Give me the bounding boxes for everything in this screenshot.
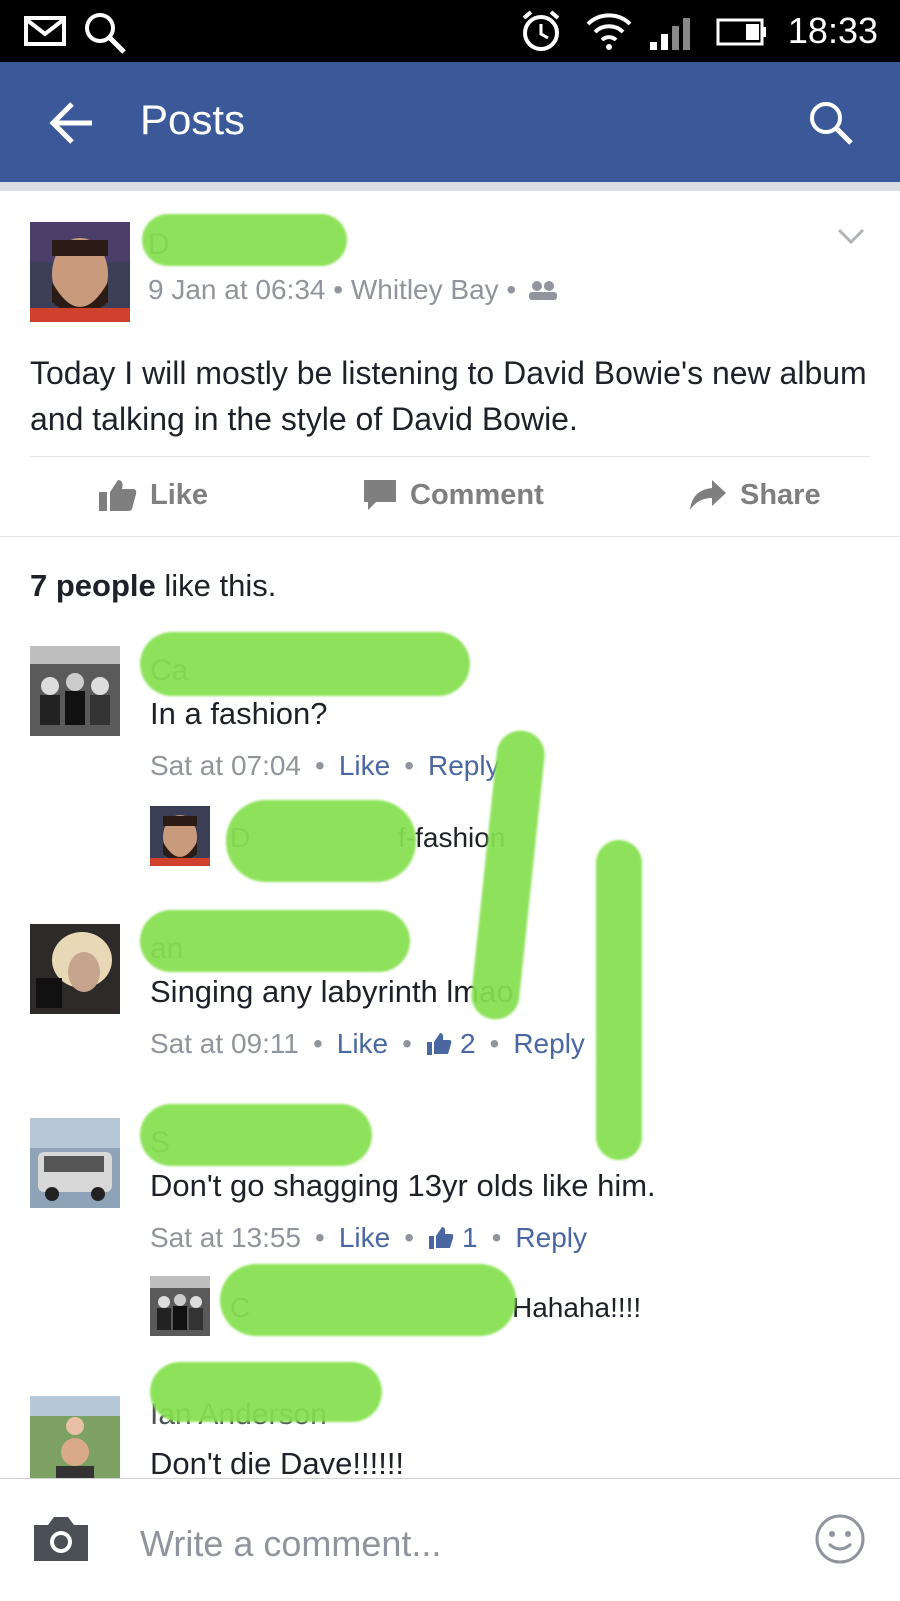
signal-icon [650,18,690,50]
redaction-mark [596,840,642,1160]
likes-summary[interactable]: 7 people like this. [30,568,276,604]
search-notification-icon [85,13,126,54]
commenter-photo [30,1396,120,1478]
likes-suffix: like this. [155,568,277,603]
commenter-photo [30,1118,120,1208]
alarm-icon [522,10,560,51]
status-bar: 18:33 [0,0,900,62]
commenter-avatar[interactable] [30,646,120,736]
comment-like-count[interactable]: 2 [460,1028,476,1060]
separator-dot: • [315,1222,325,1253]
emoji-icon[interactable] [814,1513,866,1565]
comment-like-link[interactable]: Like [337,1028,388,1060]
comment-reply-link[interactable]: Reply [428,750,500,782]
header-separator [0,182,900,191]
redaction-mark [140,632,470,696]
mail-icon [24,16,66,46]
friends-icon [529,281,558,300]
share-label: Share [740,478,821,511]
redaction-mark [140,1104,372,1166]
commenter-photo [30,924,120,1014]
commenter-avatar[interactable] [30,1396,120,1478]
thumbs-up-icon [426,1033,452,1055]
commenter-avatar[interactable] [30,924,120,1014]
thumbs-up-icon [99,480,137,511]
separator-dot: • [404,750,415,781]
comment-label: Comment [410,478,544,511]
reply-avatar[interactable] [150,806,210,866]
author-avatar[interactable] [30,222,130,322]
comment-button[interactable]: Comment [362,478,544,512]
post-meta: 9 Jan at 06:34 • Whitley Bay • [148,274,558,306]
reply-photo [150,1276,210,1336]
divider [0,536,900,537]
comment-icon [364,480,396,510]
separator-dot: • [402,1028,412,1059]
wifi-icon [586,13,632,50]
back-arrow-icon[interactable] [48,100,94,146]
share-button[interactable]: Share [688,478,821,512]
redaction-mark [226,800,416,882]
chevron-down-icon[interactable] [836,226,866,246]
comment-text: Singing any labyrinth lmao [150,974,514,1009]
app-header: Posts [0,62,900,182]
redaction-mark [220,1264,516,1336]
comment-like-count[interactable]: 1 [462,1222,478,1254]
like-button[interactable]: Like [98,478,208,512]
comment-meta: Sat at 07:04 • Like • Reply [150,750,500,782]
divider [30,456,870,457]
commenter-photo [30,646,120,736]
separator-dot: • [312,1028,323,1059]
like-label: Like [150,478,209,511]
reply-avatar[interactable] [150,1276,210,1336]
comment-text: Don't die Dave!!!!!! [150,1446,405,1481]
comment-reply-link[interactable]: Reply [515,1222,587,1254]
comment-reply-link[interactable]: Reply [513,1028,585,1060]
comment-time: Sat at 13:55 [150,1222,302,1253]
comment-time: Sat at 09:11 [150,1028,299,1059]
author-photo [30,222,130,322]
battery-icon [716,18,766,46]
redaction-mark [150,1362,382,1422]
comment-like-link[interactable]: Like [339,750,390,782]
status-time: 18:33 [787,10,878,51]
comment-time: Sat at 07:04 [150,750,302,781]
commenter-avatar[interactable] [30,1118,120,1208]
camera-icon[interactable] [30,1513,92,1565]
post-meta-text: 9 Jan at 06:34 • Whitley Bay • [148,274,517,305]
comment-like-link[interactable]: Like [339,1222,390,1254]
reply-photo [150,806,210,866]
redaction-mark [140,910,410,972]
search-icon[interactable] [808,100,854,146]
redaction-mark [142,214,347,266]
likes-count: 7 people [30,568,156,603]
comment-composer: Write a comment... [0,1478,900,1601]
comment-meta: Sat at 13:55 • Like • 1 • Reply [150,1222,587,1254]
comment-text: Don't go shagging 13yr olds like him. [150,1168,656,1203]
share-icon [690,480,726,510]
separator-dot: • [489,1028,500,1059]
separator-dot: • [491,1222,502,1253]
page-title: Posts [140,96,246,143]
reply-text: Hahaha!!!! [512,1292,642,1323]
comment-meta: Sat at 09:11 • Like • 2 • Reply [150,1028,585,1060]
post-text: Today I will mostly be listening to Davi… [30,355,867,437]
separator-dot: • [404,1222,415,1253]
thumbs-up-icon [429,1227,454,1249]
separator-dot: • [315,750,325,781]
comment-text: In a fashion? [150,696,328,731]
comment-input[interactable]: Write a comment... [140,1523,441,1565]
